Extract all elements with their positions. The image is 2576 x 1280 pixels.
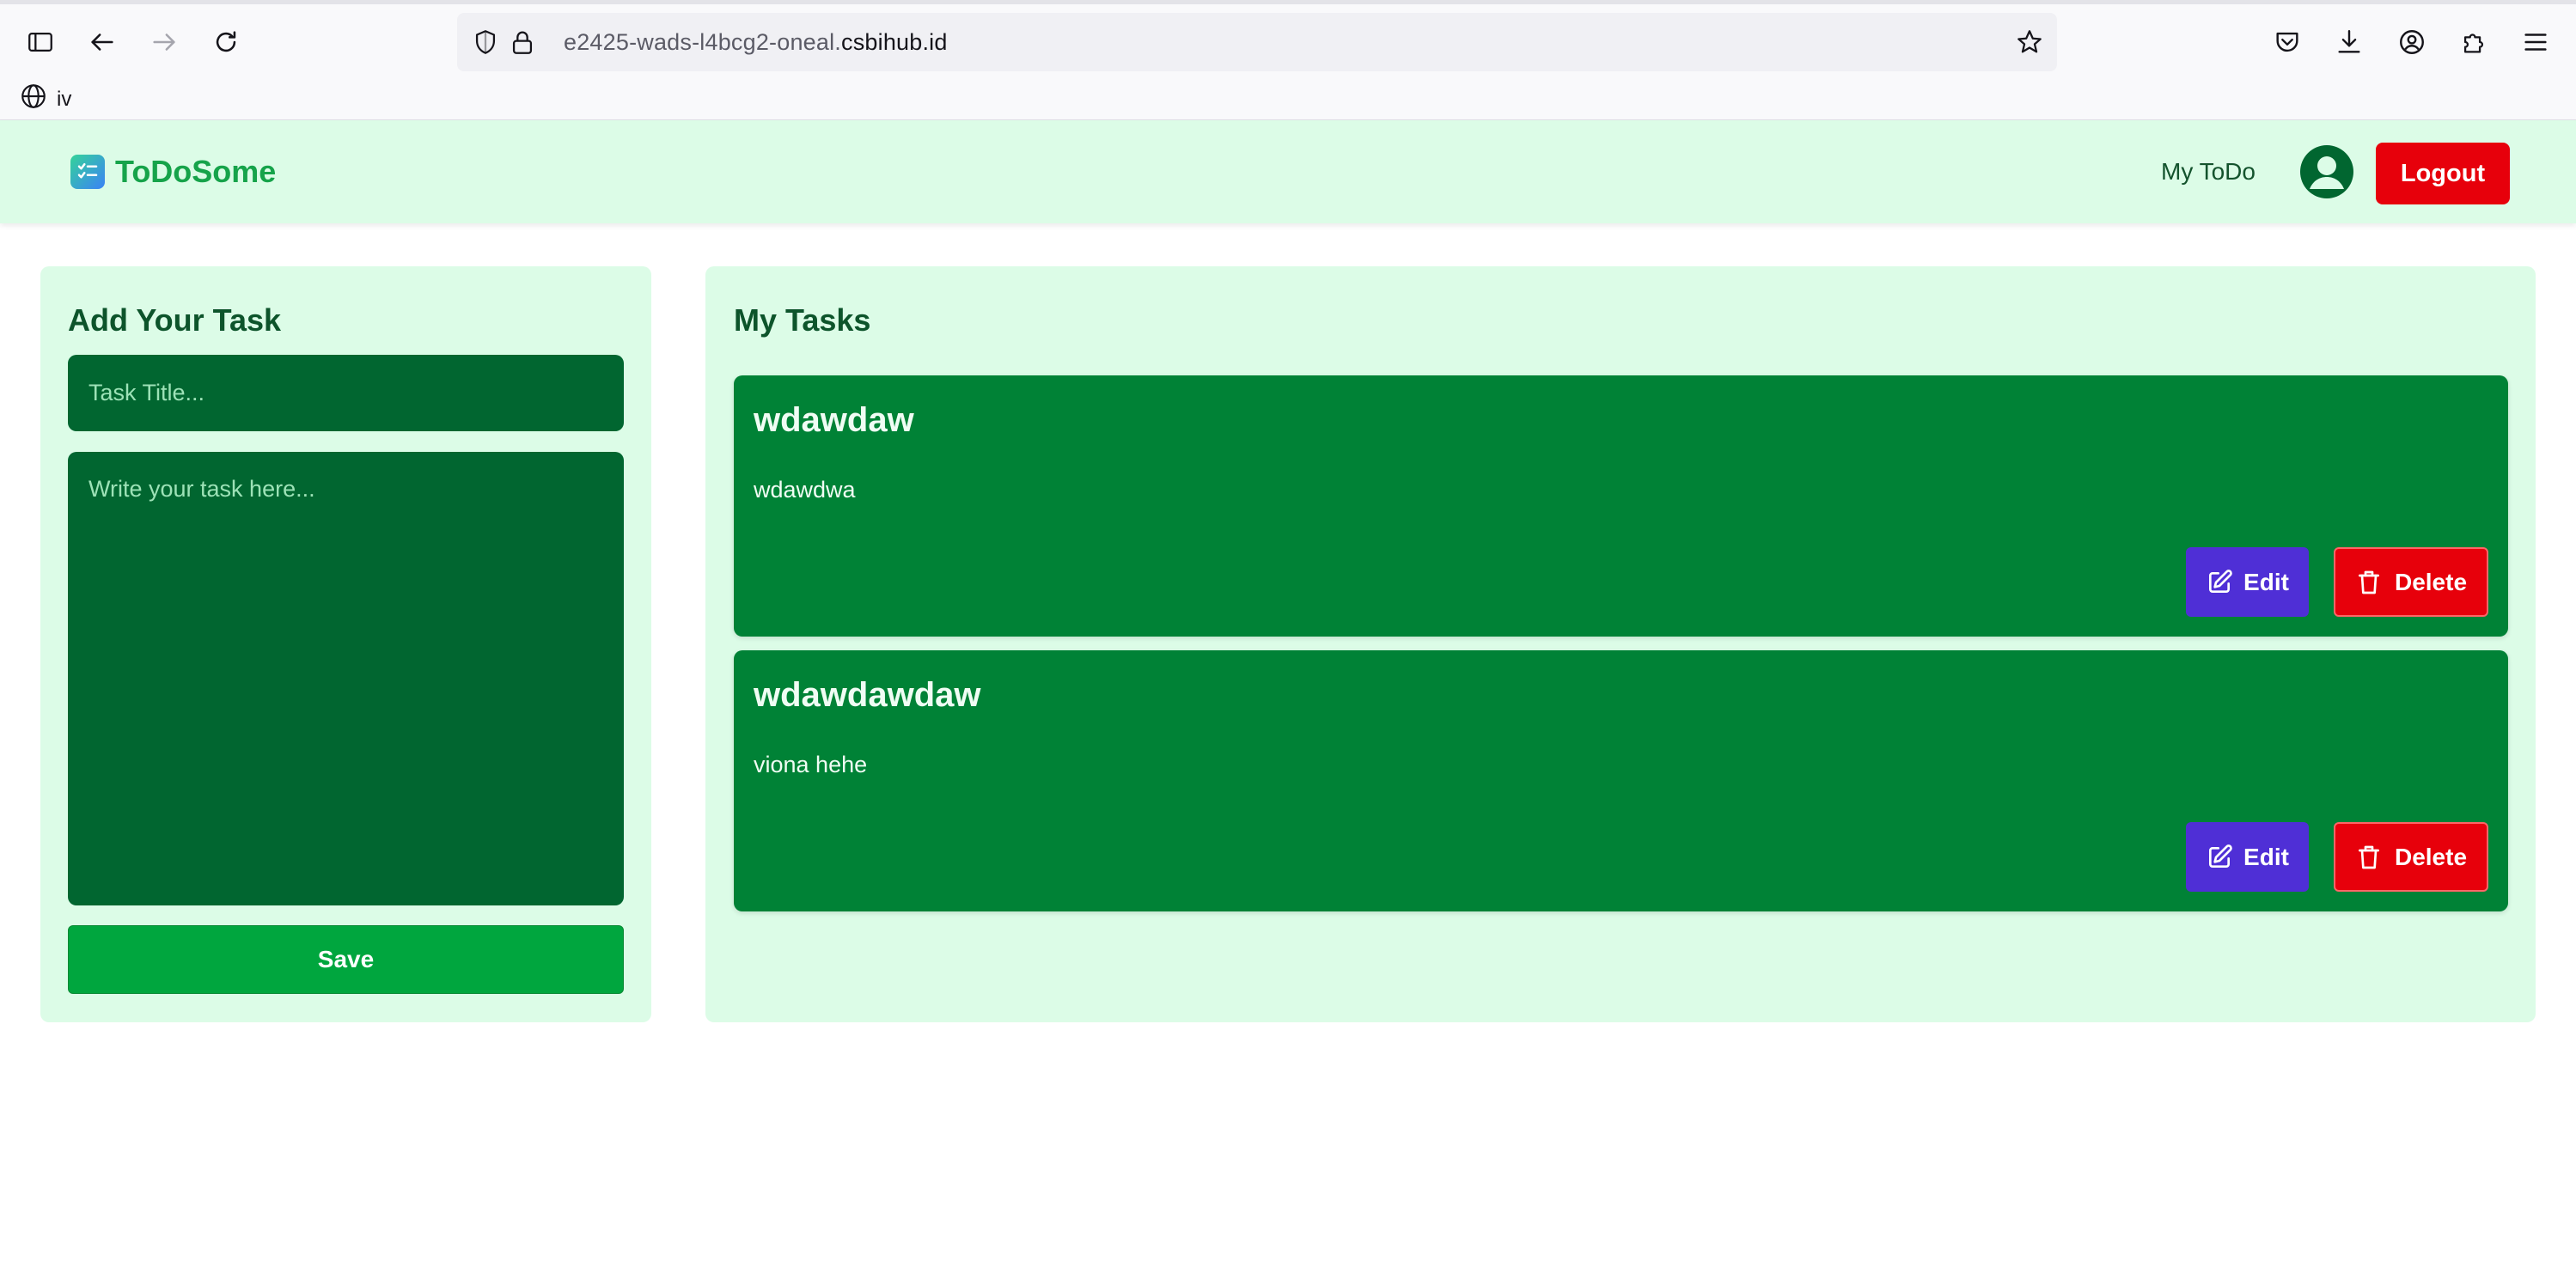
task-card: wdawdawdaw viona hehe Edit Delete (734, 650, 2508, 911)
reload-icon[interactable] (209, 25, 243, 59)
add-task-panel: Add Your Task Save (40, 266, 651, 1022)
save-button[interactable]: Save (68, 925, 624, 994)
task-title-input[interactable] (68, 355, 624, 431)
edit-label: Edit (2243, 568, 2289, 595)
bookmarks-bar: iv (0, 79, 2576, 120)
brand[interactable]: ToDoSome (70, 154, 276, 190)
shield-icon[interactable] (468, 25, 503, 59)
globe-icon (19, 82, 48, 117)
lock-icon[interactable] (505, 25, 540, 59)
edit-label: Edit (2243, 843, 2289, 870)
trash-icon (2355, 844, 2383, 871)
puzzle-icon[interactable] (2457, 25, 2491, 59)
arrow-left-icon[interactable] (85, 25, 119, 59)
trash-icon (2355, 569, 2383, 596)
delete-button[interactable]: Delete (2334, 822, 2488, 892)
url-text[interactable]: e2425-wads-l4bcg2-oneal.csbihub.id (564, 29, 948, 56)
app-navbar: ToDoSome My ToDo Logout (0, 120, 2576, 223)
my-tasks-panel: My Tasks wdawdaw wdawdwa Edit Delete wda… (705, 266, 2536, 1022)
bookmark-label: iv (57, 87, 72, 111)
edit-button[interactable]: Edit (2186, 547, 2309, 617)
pencil-square-icon (2206, 569, 2233, 596)
task-body-textarea[interactable] (68, 452, 624, 905)
pencil-square-icon (2206, 844, 2233, 871)
delete-label: Delete (2394, 843, 2468, 870)
pocket-icon[interactable] (2270, 25, 2304, 59)
checklist-icon (70, 155, 105, 189)
url-domain: csbihub.id (841, 28, 948, 55)
add-task-heading: Add Your Task (68, 302, 282, 338)
download-icon[interactable] (2332, 25, 2366, 59)
bookmark-item[interactable]: iv (19, 82, 71, 117)
address-bar[interactable]: e2425-wads-l4bcg2-oneal.csbihub.id (457, 13, 2057, 71)
hamburger-icon[interactable] (2518, 25, 2553, 59)
brand-name: ToDoSome (115, 154, 277, 189)
star-icon[interactable] (2012, 25, 2047, 59)
browser-toolbar: e2425-wads-l4bcg2-oneal.csbihub.id (0, 4, 2576, 79)
arrow-right-icon[interactable] (147, 25, 181, 59)
my-tasks-heading: My Tasks (734, 302, 871, 338)
url-prefix: e2425-wads-l4bcg2-oneal. (564, 28, 842, 55)
logout-button[interactable]: Logout (2376, 143, 2510, 204)
task-card: wdawdaw wdawdwa Edit Delete (734, 375, 2508, 637)
user-avatar-icon[interactable] (2299, 144, 2354, 199)
nav-link-my-todo[interactable]: My ToDo (2161, 158, 2256, 186)
edit-button[interactable]: Edit (2186, 822, 2309, 892)
task-title: wdawdawdaw (754, 676, 981, 714)
sidebar-icon[interactable] (23, 25, 58, 59)
task-description: wdawdwa (754, 477, 856, 503)
task-description: viona hehe (754, 752, 868, 777)
delete-label: Delete (2394, 568, 2468, 595)
delete-button[interactable]: Delete (2334, 547, 2488, 617)
task-title: wdawdaw (754, 401, 914, 439)
account-icon[interactable] (2395, 25, 2429, 59)
